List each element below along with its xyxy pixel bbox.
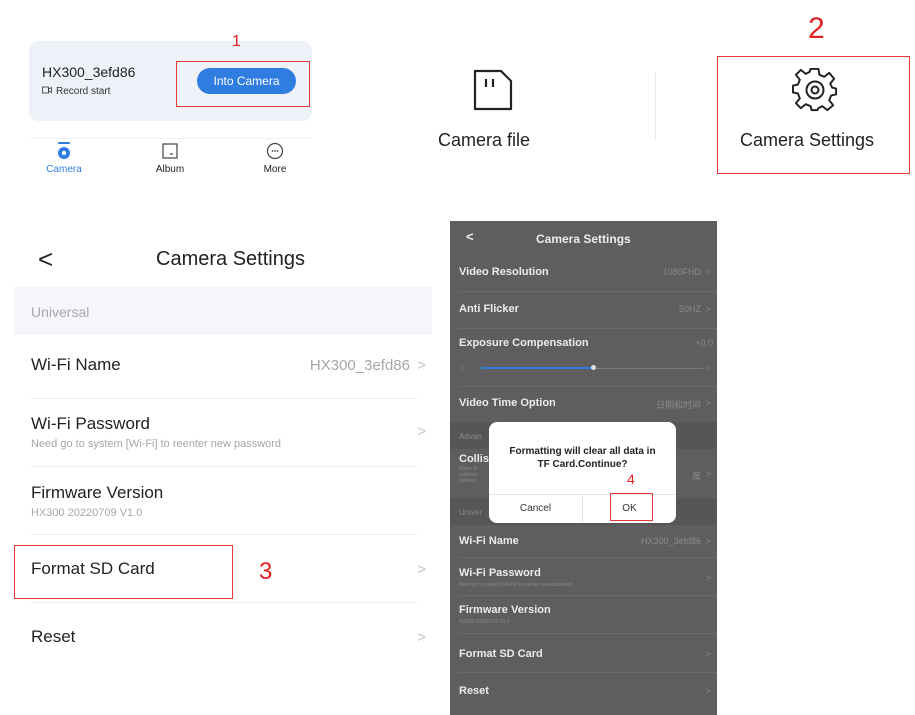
- wifi-name-value: HX300_3efd86: [640, 536, 701, 546]
- chevron-right-icon: >: [705, 398, 711, 408]
- more-icon: [245, 142, 305, 160]
- tab-camera-label: Camera: [46, 164, 82, 175]
- annotation-box-2: [717, 56, 910, 174]
- dialog-message: Formatting will clear all data in TF Car…: [489, 445, 676, 471]
- chevron-right-icon: >: [705, 573, 711, 583]
- reset-label: Reset: [31, 627, 76, 646]
- collision-desc-3: collision: [459, 478, 477, 484]
- row-divider: [458, 633, 717, 634]
- chevron-right-icon: >: [705, 686, 711, 696]
- step-number-1: 1: [232, 33, 241, 50]
- chevron-right-icon: >: [705, 304, 711, 314]
- record-status: Record start: [42, 86, 110, 97]
- camera-tab-icon: [34, 142, 94, 160]
- tab-album[interactable]: Album: [140, 140, 200, 175]
- exposure-label: Exposure Compensation: [459, 337, 589, 349]
- firmware-value: HX300 20220709 V1.0: [31, 507, 143, 519]
- back-button[interactable]: <: [38, 244, 53, 275]
- step-number-4: 4: [627, 471, 635, 487]
- sd-card-icon: [471, 67, 515, 118]
- dialog-message-line1: Formatting will clear all data in: [509, 446, 656, 457]
- chevron-right-icon: >: [417, 357, 426, 374]
- record-icon: [42, 86, 52, 97]
- brightness-high-icon: ☼: [704, 363, 712, 372]
- chevron-right-icon: >: [417, 561, 426, 578]
- chevron-right-icon: >: [705, 649, 711, 659]
- section-universal-label: Univer: [459, 508, 483, 517]
- wifi-name-label: Wi-Fi Name: [459, 535, 519, 547]
- row-divider: [458, 595, 717, 596]
- wifi-password-row[interactable]: Wi-Fi Password Need go to system [Wi-Fi]…: [14, 399, 432, 467]
- row-divider: [458, 328, 717, 329]
- tab-more[interactable]: More: [245, 140, 305, 175]
- chevron-right-icon: >: [705, 469, 711, 479]
- section-label: Universal: [31, 304, 90, 320]
- dialog-message-line2: TF Card.Continue?: [537, 459, 628, 470]
- video-time-value: 日期和时间: [655, 400, 701, 410]
- tab-camera[interactable]: Camera: [34, 140, 94, 175]
- chevron-right-icon: >: [705, 267, 711, 277]
- divider: [655, 72, 656, 140]
- wifi-name-label: Wi-Fi Name: [31, 355, 121, 374]
- wifi-name-value: HX300_3efd86: [309, 357, 410, 374]
- video-resolution-value: 1080FHD: [662, 267, 701, 277]
- wifi-password-label: Wi-Fi Password: [459, 567, 541, 579]
- wifi-password-hint: Need go to system [Wi-Fi] to reenter new…: [459, 582, 573, 588]
- wifi-name-row[interactable]: Wi-Fi Name HX300_3efd86 >: [14, 335, 432, 399]
- dialog-cancel-button[interactable]: Cancel: [489, 494, 582, 523]
- exposure-slider-handle[interactable]: [591, 365, 596, 370]
- firmware-value: HX300 20220709 V1.0: [459, 619, 510, 625]
- exposure-value: +0.0: [695, 338, 713, 348]
- row-divider: [458, 557, 717, 558]
- annotation-box-3: [14, 545, 233, 599]
- video-time-label: Video Time Option: [459, 397, 556, 409]
- reset-row[interactable]: Reset >: [14, 603, 432, 669]
- anti-flicker-value: 50HZ: [678, 304, 701, 314]
- chevron-right-icon: >: [705, 536, 711, 546]
- tab-more-label: More: [263, 164, 287, 175]
- page-title: Camera Settings: [156, 248, 305, 270]
- back-icon: <: [38, 244, 54, 274]
- collision-value: 度: [691, 471, 701, 481]
- album-icon: [140, 142, 200, 160]
- firmware-label: Firmware Version: [31, 483, 164, 502]
- screen-title: Camera Settings: [536, 232, 631, 246]
- step-number-2: 2: [808, 12, 825, 45]
- section-header-universal: Universal: [14, 287, 432, 335]
- collision-label: Collisi: [459, 453, 493, 465]
- anti-flicker-label: Anti Flicker: [459, 303, 519, 315]
- format-sd-card-label: Format SD Card: [459, 648, 543, 660]
- brightness-low-icon: ☼: [459, 363, 467, 372]
- step-number-3: 3: [259, 558, 273, 585]
- chevron-right-icon: >: [417, 629, 426, 646]
- firmware-version-row: Firmware Version HX300 20220709 V1.0: [14, 467, 432, 535]
- row-divider: [458, 672, 717, 673]
- firmware-label: Firmware Version: [459, 604, 551, 616]
- section-advanced-label: Advan: [459, 432, 482, 441]
- row-divider: [458, 386, 717, 387]
- back-icon[interactable]: <: [466, 229, 474, 244]
- camera-file-button[interactable]: Camera file: [438, 130, 530, 151]
- annotation-box-1: [176, 61, 310, 107]
- reset-label: Reset: [459, 685, 489, 697]
- chevron-right-icon: >: [417, 423, 426, 440]
- device-name: HX300_3efd86: [42, 64, 136, 80]
- tab-album-label: Album: [155, 164, 185, 175]
- wifi-password-label: Wi-Fi Password: [31, 414, 151, 433]
- video-resolution-label: Video Resolution: [459, 266, 549, 278]
- record-status-text: Record start: [56, 86, 111, 97]
- row-divider: [458, 291, 717, 292]
- annotation-box-4: [610, 493, 653, 521]
- exposure-slider-fill: [481, 367, 593, 369]
- wifi-password-hint: Need go to system [Wi-Fi] to reenter new…: [31, 438, 282, 450]
